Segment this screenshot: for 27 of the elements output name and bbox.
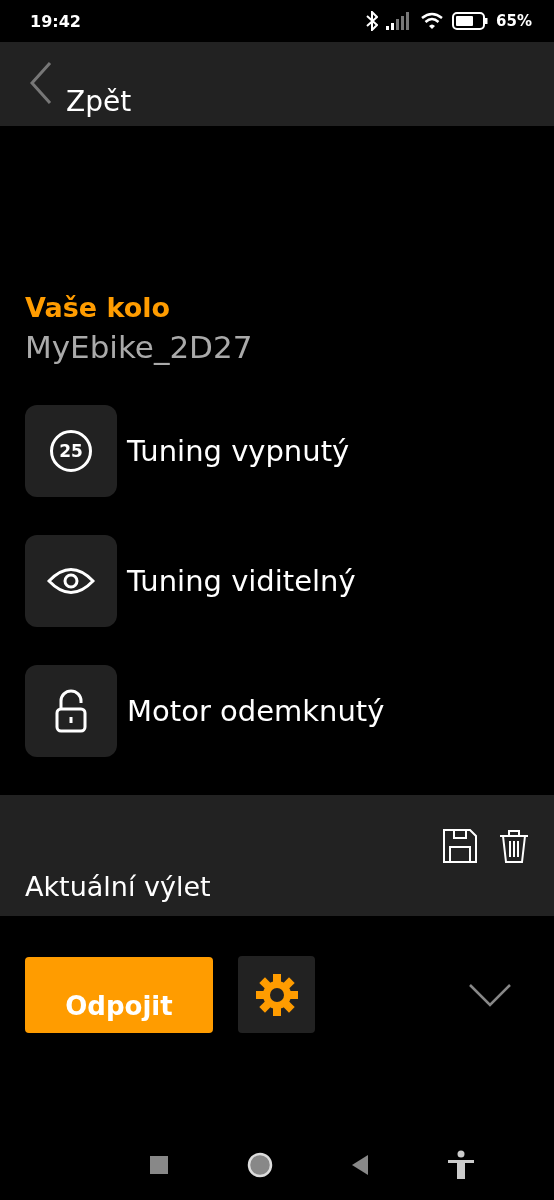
bike-name: MyEbike_2D27: [25, 329, 254, 365]
status-label: Tuning viditelný: [127, 564, 356, 598]
status-time: 19:42: [30, 11, 81, 31]
trip-title: Aktuální výlet: [25, 871, 211, 902]
save-icon[interactable]: [443, 829, 477, 863]
back-chevron-icon: [30, 62, 52, 104]
settings-icon: [254, 972, 299, 1017]
section-heading: Vaše kolo: [25, 292, 171, 323]
back-label: Zpět: [66, 85, 132, 118]
battery-icon: [452, 12, 489, 30]
status-label: Motor odemknutý: [127, 694, 385, 728]
wifi-icon: [420, 12, 445, 30]
chevron-down-icon: [469, 982, 511, 1007]
back-icon[interactable]: [351, 1155, 368, 1175]
bluetooth-icon: [366, 11, 379, 31]
unlock-icon: [55, 689, 87, 733]
recents-icon[interactable]: [149, 1156, 168, 1174]
expand-button[interactable]: [469, 982, 511, 1007]
battery-percent: 65%: [496, 12, 532, 30]
settings-button[interactable]: [238, 956, 315, 1033]
speed-limit-icon: 25: [50, 430, 92, 472]
accessibility-icon[interactable]: [446, 1150, 475, 1180]
trash-icon[interactable]: [499, 829, 529, 863]
eye-icon: [47, 566, 95, 596]
back-button[interactable]: Zpět: [30, 62, 132, 118]
home-icon[interactable]: [246, 1152, 273, 1178]
status-label: Tuning vypnutý: [127, 434, 350, 468]
